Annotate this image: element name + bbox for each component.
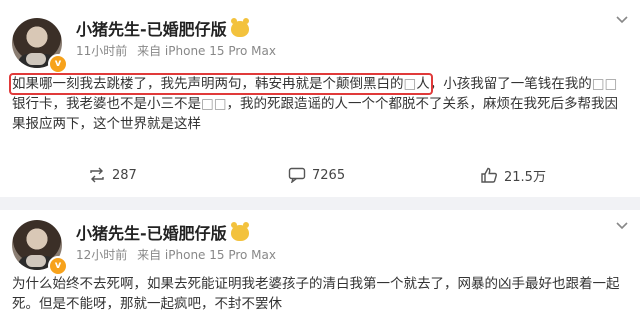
post-source: 来自 iPhone 15 Pro Max	[137, 44, 276, 58]
repost-count: 287	[112, 167, 137, 183]
post-time: 11小时前	[76, 44, 128, 58]
comment-button[interactable]: 7265	[288, 160, 345, 190]
post-source: 来自 iPhone 15 Pro Max	[137, 248, 276, 262]
author-name[interactable]: 小猪先生-已婚肥仔版	[76, 220, 249, 244]
member-badge-icon	[230, 222, 249, 241]
comment-count: 7265	[312, 167, 346, 183]
post-actions: 287 7265 21.5万	[0, 160, 640, 190]
weibo-post-1: v 小猪先生-已婚肥仔版 11小时前 来自 iPhone 15 Pro Max …	[0, 0, 640, 197]
repost-button[interactable]: 287	[88, 160, 137, 190]
repost-icon	[90, 167, 104, 183]
chevron-down-icon[interactable]	[616, 222, 628, 230]
post-meta: 12小时前 来自 iPhone 15 Pro Max	[76, 246, 282, 263]
like-button[interactable]: 21.5万	[480, 160, 546, 190]
post-content: 如果哪一刻我去跳楼了，我先声明两句，韩安冉就是个颠倒黑白的□人，小孩我留了一笔钱…	[9, 73, 619, 132]
chevron-down-icon[interactable]	[616, 16, 628, 24]
comment-icon	[288, 167, 306, 183]
post-content: 为什么始终不去死啊，如果去死能证明我老婆孩子的清白我第一个就去了，网暴的凶手最好…	[12, 276, 620, 312]
verified-badge-icon: v	[48, 256, 68, 276]
verified-badge-icon: v	[48, 54, 68, 74]
like-icon	[481, 167, 497, 183]
like-count: 21.5万	[504, 169, 546, 185]
member-badge-icon	[230, 18, 249, 37]
post-meta: 11小时前 来自 iPhone 15 Pro Max	[76, 42, 282, 59]
author-name[interactable]: 小猪先生-已婚肥仔版	[76, 16, 249, 40]
highlighted-sentence: 如果哪一刻我去跳楼了，我先声明两句，韩安冉就是个颠倒黑白的□人	[9, 73, 433, 95]
weibo-post-2: v 小猪先生-已婚肥仔版 12小时前 来自 iPhone 15 Pro Max …	[0, 210, 640, 329]
post-divider	[0, 197, 640, 210]
post-time: 12小时前	[76, 248, 128, 262]
